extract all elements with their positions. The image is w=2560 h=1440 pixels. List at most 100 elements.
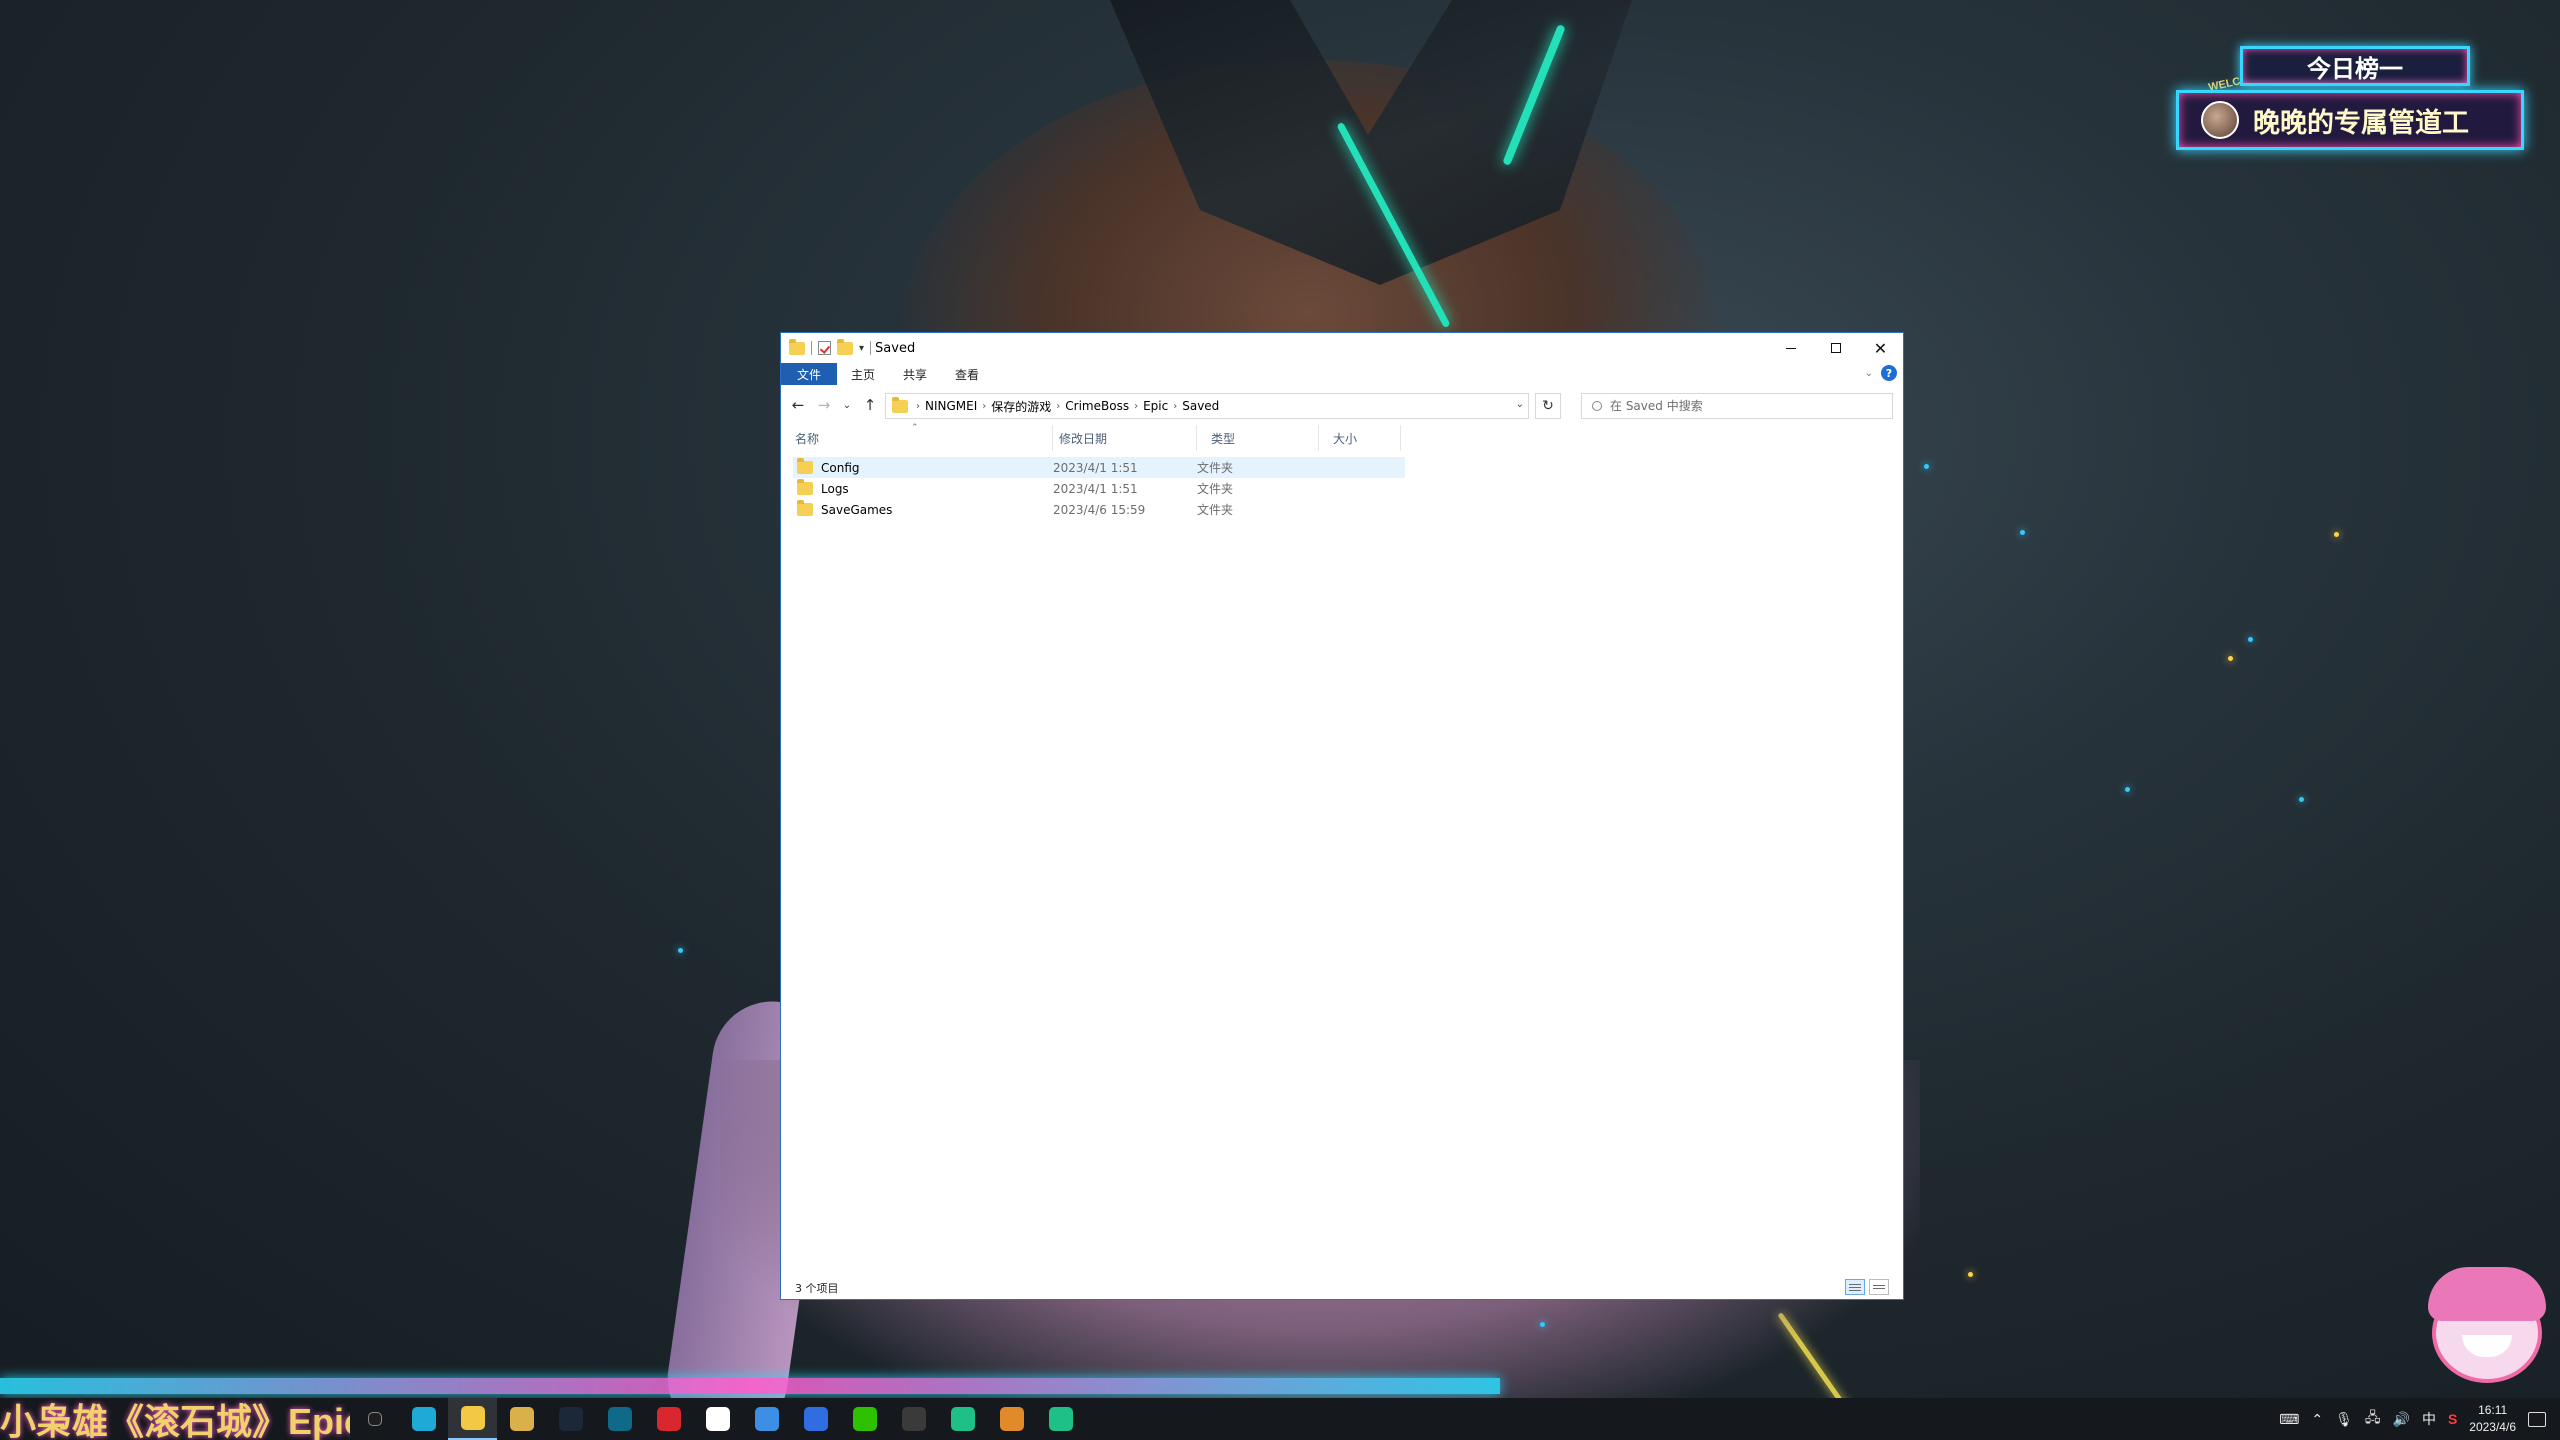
up-button[interactable]: ↑ — [859, 392, 881, 418]
forward-arrow-icon: → — [817, 396, 831, 414]
list-item[interactable]: SaveGames 2023/4/6 15:59 文件夹 — [793, 499, 1405, 520]
new-folder-icon[interactable] — [837, 338, 853, 355]
wallpaper-sparkle — [2248, 637, 2253, 642]
list-item[interactable]: Config 2023/4/1 1:51 文件夹 — [793, 457, 1405, 478]
file-explorer-icon — [460, 1406, 485, 1430]
folder-icon — [797, 479, 813, 495]
maximize-button[interactable] — [1813, 333, 1858, 363]
column-size[interactable]: 大小 — [1319, 425, 1401, 451]
column-date-label: 修改日期 — [1059, 431, 1108, 446]
tab-share[interactable]: 共享 — [889, 363, 941, 385]
terminal-icon — [367, 1412, 382, 1426]
taskbar-app-button[interactable] — [791, 1398, 840, 1440]
tab-file[interactable]: 文件 — [781, 363, 837, 385]
minimize-button[interactable] — [1768, 333, 1813, 363]
taskbar-app-button[interactable] — [742, 1398, 791, 1440]
sogou-input-icon[interactable]: S — [2448, 1411, 2457, 1427]
chevron-down-icon: ⌄ — [842, 399, 852, 411]
navigation-bar: ← → ⌄ ↑ › NINGMEI › 保存的游戏 › CrimeBoss › … — [781, 385, 1903, 425]
search-input[interactable] — [1610, 399, 1860, 413]
properties-icon[interactable] — [818, 341, 831, 355]
large-icons-view-button[interactable] — [1869, 1279, 1889, 1295]
search-icon — [1589, 398, 1605, 414]
column-date[interactable]: 修改日期 — [1053, 425, 1197, 451]
customize-toolbar-icon[interactable]: ▾ — [859, 343, 864, 354]
details-view-button[interactable] — [1845, 1279, 1865, 1295]
file-name: SaveGames — [821, 502, 893, 517]
folder-icon — [797, 458, 813, 474]
taskbar-app-button[interactable] — [644, 1398, 693, 1440]
file-list-pane[interactable]: 名称 ⌃ 修改日期 类型 大小 Config 2023/4/1 1:51 文件夹… — [781, 423, 1903, 1299]
taskbar-app-button[interactable] — [595, 1398, 644, 1440]
status-bar: 3 个项目 — [781, 1277, 1903, 1299]
breadcrumb-item[interactable]: NINGMEI — [920, 399, 982, 413]
recent-locations-button[interactable]: ⌄ — [839, 392, 855, 418]
up-arrow-icon: ↑ — [863, 396, 877, 414]
divider — [870, 341, 872, 355]
title-bar[interactable]: ▾ Saved ✕ — [781, 333, 1903, 363]
column-name-label: 名称 — [795, 431, 820, 446]
steam-icon — [558, 1407, 583, 1431]
rank-user-panel: 晚晚的专属管道工 — [2176, 90, 2524, 150]
taskbar-app-button[interactable] — [448, 1398, 497, 1440]
visual-studio-icon — [754, 1407, 779, 1431]
breadcrumb-item[interactable]: Saved — [1177, 399, 1224, 413]
taskbar-app-button[interactable] — [840, 1398, 889, 1440]
folder-icon — [797, 500, 813, 516]
maximize-icon — [1830, 343, 1841, 353]
taskbar-app-button[interactable] — [546, 1398, 595, 1440]
volume-icon[interactable]: 🔊 — [2393, 1411, 2410, 1428]
view-toggle — [1845, 1279, 1889, 1295]
box-app-icon — [999, 1407, 1024, 1431]
ime-indicator[interactable]: 中 — [2422, 1409, 2436, 1429]
back-button[interactable]: ← — [787, 392, 809, 418]
top-supporter-badge: WELCOME 今日榜一 晚晚的专属管道工 — [2170, 40, 2530, 160]
kook-icon — [803, 1407, 828, 1431]
microphone-icon[interactable]: 🎙 — [2335, 1411, 2353, 1428]
taskbar-app-button[interactable] — [889, 1398, 938, 1440]
expand-ribbon-icon[interactable]: ⌄ — [1865, 368, 1873, 379]
quick-access-toolbar: ▾ — [789, 333, 872, 363]
breadcrumb-item[interactable]: 保存的游戏 — [986, 398, 1056, 415]
clock-time: 16:11 — [2478, 1403, 2508, 1417]
taskbar-app-button[interactable] — [497, 1398, 546, 1440]
capcut-icon — [705, 1407, 730, 1431]
notification-center-icon[interactable] — [2528, 1411, 2546, 1427]
taskbar-app-button[interactable] — [693, 1398, 742, 1440]
ribbon-right-controls: ⌄ ? — [1865, 365, 1897, 381]
tab-view[interactable]: 查看 — [941, 363, 993, 385]
keyboard-icon[interactable]: ⌨ — [2279, 1411, 2299, 1428]
taskbar-app-button[interactable] — [350, 1398, 399, 1440]
refresh-icon: ↻ — [1542, 398, 1554, 414]
address-bar[interactable]: › NINGMEI › 保存的游戏 › CrimeBoss › Epic › S… — [885, 393, 1529, 419]
window-title: Saved — [875, 340, 916, 356]
close-button[interactable]: ✕ — [1858, 333, 1903, 363]
list-item[interactable]: Logs 2023/4/1 1:51 文件夹 — [793, 478, 1405, 499]
wallpaper-sparkle — [2334, 532, 2339, 537]
clock[interactable]: 16:11 2023/4/6 — [2469, 1402, 2516, 1436]
taskbar-app-button[interactable] — [1036, 1398, 1085, 1440]
refresh-button[interactable]: ↻ — [1535, 393, 1561, 419]
help-icon[interactable]: ? — [1881, 365, 1897, 381]
column-type[interactable]: 类型 — [1197, 425, 1319, 451]
file-date: 2023/4/1 1:51 — [1053, 460, 1138, 475]
taskbar-app-button[interactable] — [987, 1398, 1036, 1440]
file-type: 文件夹 — [1197, 461, 1234, 475]
breadcrumb-item[interactable]: CrimeBoss — [1060, 399, 1134, 413]
show-hidden-icons-icon[interactable]: ⌃ — [2311, 1411, 2323, 1428]
file-explorer-window[interactable]: ▾ Saved ✕ 文件 主页 共享 查看 ⌄ ? ← → ⌄ ↑ › NING… — [780, 332, 1904, 1300]
taskbar-app-button[interactable] — [399, 1398, 448, 1440]
file-date: 2023/4/6 15:59 — [1053, 502, 1146, 517]
taskbar-app-button[interactable] — [938, 1398, 987, 1440]
window-controls: ✕ — [1768, 333, 1903, 363]
forward-button[interactable]: → — [813, 392, 835, 418]
file-list: Config 2023/4/1 1:51 文件夹 Logs 2023/4/1 1… — [781, 457, 1903, 520]
file-name-cell: Logs — [793, 479, 1053, 496]
breadcrumb-item[interactable]: Epic — [1138, 399, 1173, 413]
tab-home[interactable]: 主页 — [837, 363, 889, 385]
column-type-label: 类型 — [1211, 431, 1236, 446]
divider — [811, 341, 812, 355]
address-dropdown-icon[interactable]: ⌄ — [1516, 399, 1524, 410]
network-icon[interactable]: 🖧 — [2365, 1407, 2381, 1431]
search-box[interactable] — [1581, 393, 1893, 419]
